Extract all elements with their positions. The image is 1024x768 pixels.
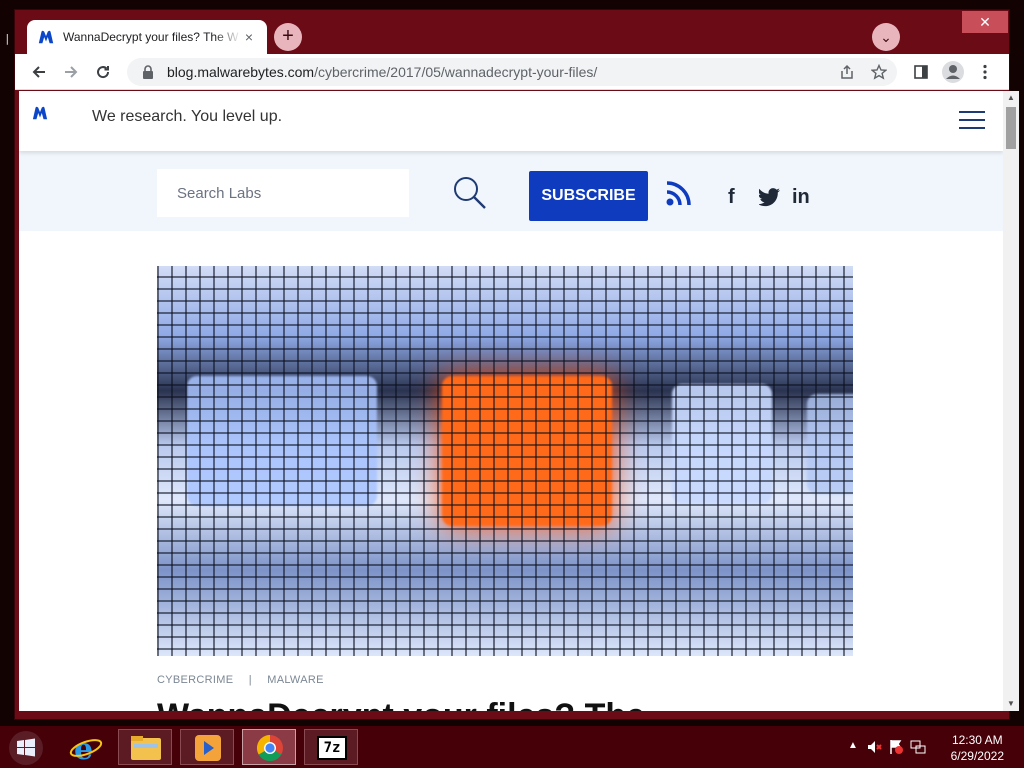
- media-player-icon: [195, 735, 221, 761]
- browser-toolbar: blog.malwarebytes.com/cybercrime/2017/05…: [15, 54, 1009, 90]
- twitter-icon[interactable]: [759, 186, 781, 208]
- reload-icon[interactable]: [89, 58, 117, 86]
- seven-zip-icon: 7z: [317, 736, 347, 760]
- action-center-flag-icon[interactable]: [888, 739, 904, 755]
- windows-start-icon[interactable]: [8, 730, 44, 766]
- hero-pixel-grid: [157, 266, 853, 656]
- url-path: /cybercrime/2017/05/wannadecrypt-your-fi…: [314, 64, 598, 80]
- article-categories: CYBERCRIME | MALWARE: [157, 674, 336, 686]
- malwarebytes-logo-icon[interactable]: [31, 105, 49, 121]
- tab-strip: WannaDecrypt your files? The W × + ⌄ ✕: [15, 10, 1009, 54]
- chrome-icon: [256, 734, 283, 762]
- show-hidden-icons-arrow-icon[interactable]: ▲: [848, 740, 858, 751]
- address-bar[interactable]: blog.malwarebytes.com/cybercrime/2017/05…: [127, 58, 897, 86]
- seven-zip-label: 7z: [323, 740, 341, 756]
- search-icon[interactable]: [453, 176, 487, 210]
- article-headline: WannaDecrypt your files? The: [157, 697, 645, 711]
- malwarebytes-favicon-icon: [38, 30, 54, 44]
- linkedin-icon[interactable]: in: [792, 186, 810, 208]
- tab-active[interactable]: WannaDecrypt your files? The W ×: [27, 20, 267, 54]
- new-tab-button[interactable]: +: [274, 23, 302, 51]
- svg-text:e: e: [74, 732, 93, 766]
- search-input[interactable]: [157, 169, 409, 217]
- system-tray: ▲ 12:30 AM 6/29/2022: [844, 726, 1024, 768]
- clock-time: 12:30 AM: [951, 733, 1003, 747]
- hamburger-menu-icon[interactable]: [959, 111, 985, 129]
- page-scrollbar[interactable]: ▲ ▼: [1003, 91, 1019, 711]
- bookmark-star-icon[interactable]: [865, 58, 893, 86]
- scroll-down-arrow-icon[interactable]: ▼: [1003, 697, 1019, 711]
- network-icon[interactable]: [910, 739, 926, 755]
- browser-window: WannaDecrypt your files? The W × + ⌄ ✕ b…: [14, 9, 1019, 720]
- category-link-cybercrime[interactable]: CYBERCRIME: [157, 674, 233, 686]
- url-host: blog.malwarebytes.com: [167, 64, 315, 80]
- category-link-malware[interactable]: MALWARE: [267, 674, 324, 686]
- clock-date: 6/29/2022: [950, 749, 1004, 763]
- search-subscribe-bar: SUBSCRIBE f in: [19, 151, 1003, 231]
- lock-icon: [143, 65, 153, 79]
- taskbar: e 7z ▲ 12:30 AM 6/29/2022: [0, 726, 1024, 768]
- facebook-icon[interactable]: f: [728, 186, 735, 208]
- back-arrow-icon[interactable]: [25, 58, 53, 86]
- desktop-glyph: |: [4, 32, 11, 45]
- volume-muted-icon[interactable]: [866, 739, 882, 755]
- seven-zip-taskbar-button[interactable]: 7z: [304, 729, 358, 765]
- share-icon[interactable]: [833, 58, 861, 86]
- page-viewport: We research. You level up. SUBSCRIBE f i…: [19, 91, 1003, 711]
- internet-explorer-taskbar-button[interactable]: e: [58, 729, 112, 767]
- media-player-taskbar-button[interactable]: [180, 729, 234, 765]
- tab-search-button[interactable]: ⌄: [872, 23, 900, 51]
- chrome-taskbar-button[interactable]: [242, 729, 296, 765]
- side-panel-icon[interactable]: [907, 58, 935, 86]
- forward-arrow-icon[interactable]: [57, 58, 85, 86]
- hero-image: [157, 266, 853, 656]
- internet-explorer-icon: e: [69, 732, 103, 767]
- system-clock[interactable]: 12:30 AM 6/29/2022: [951, 732, 1004, 764]
- file-explorer-taskbar-button[interactable]: [118, 729, 172, 765]
- folder-icon: [131, 736, 161, 760]
- kebab-menu-icon[interactable]: [971, 58, 999, 86]
- site-tagline: We research. You level up.: [92, 108, 283, 125]
- tab-title: WannaDecrypt your files? The W: [63, 30, 239, 44]
- category-separator: |: [248, 674, 252, 686]
- profile-avatar-icon[interactable]: [939, 58, 967, 86]
- rss-feed-icon[interactable]: [665, 179, 693, 207]
- scroll-thumb[interactable]: [1006, 107, 1016, 149]
- window-close-button[interactable]: ✕: [962, 11, 1008, 33]
- subscribe-button[interactable]: SUBSCRIBE: [529, 171, 648, 221]
- scroll-up-arrow-icon[interactable]: ▲: [1003, 91, 1019, 105]
- site-header: We research. You level up.: [19, 91, 1003, 151]
- tab-close-icon[interactable]: ×: [241, 29, 257, 45]
